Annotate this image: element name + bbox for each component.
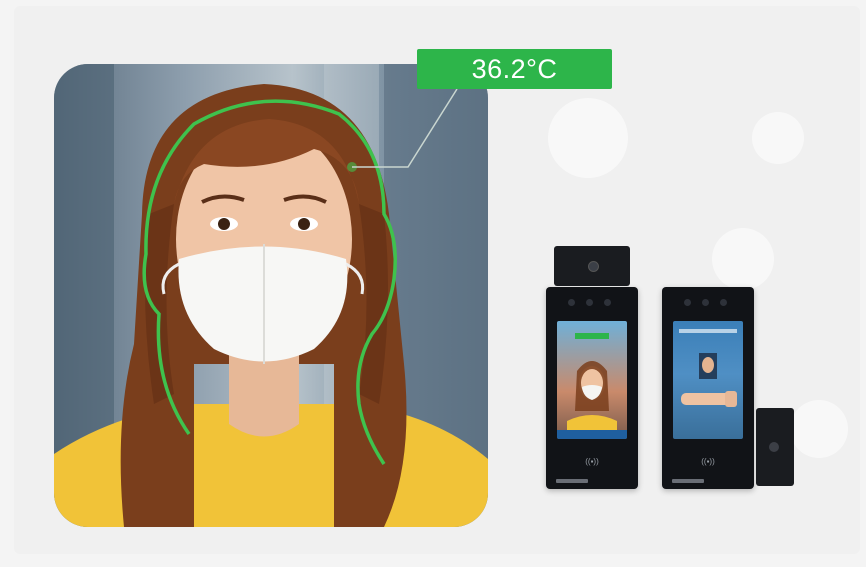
- decorative-bubble: [712, 228, 774, 290]
- card-reader-module: [756, 408, 794, 486]
- decorative-bubble: [790, 400, 848, 458]
- sensor-array: [662, 299, 754, 307]
- camera-lens-icon: [588, 261, 599, 272]
- camera-module: [554, 246, 630, 286]
- screen-status-bar: [557, 430, 627, 439]
- decorative-bubble: [548, 98, 628, 178]
- reader-indicator-icon: [769, 442, 779, 452]
- sensor-array: [546, 299, 638, 307]
- access-terminal-1: ((▪)): [546, 287, 638, 489]
- terminal-screen: [673, 321, 743, 439]
- decorative-bubble: [752, 112, 804, 164]
- masked-person-photo: [54, 64, 488, 527]
- access-terminal-2: ((▪)): [662, 287, 754, 489]
- nfc-icon: ((▪)): [585, 457, 599, 466]
- screen-wrist-scan-preview: [679, 329, 737, 407]
- nfc-icon: ((▪)): [701, 457, 715, 466]
- screen-face-preview: [567, 333, 617, 439]
- person-illustration: [54, 64, 488, 527]
- temperature-badge: 36.2°C: [417, 49, 612, 89]
- brand-logo: [556, 479, 588, 483]
- terminal-screen: [557, 321, 627, 439]
- brand-logo: [672, 479, 704, 483]
